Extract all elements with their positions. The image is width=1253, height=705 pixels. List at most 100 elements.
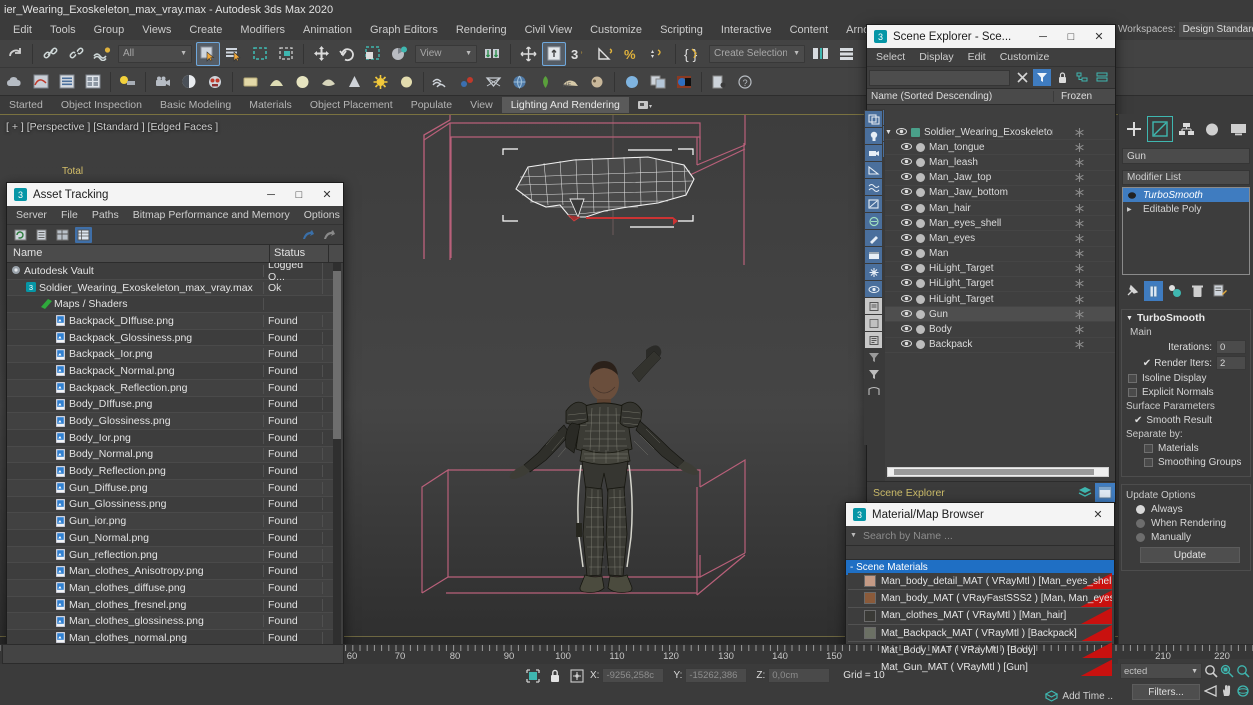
asset-row[interactable]: Gun_reflection.png Found [7,546,337,564]
visibility-eye-icon[interactable] [865,281,882,297]
frozen-cell[interactable] [1053,279,1115,289]
lock-selection-icon[interactable] [546,667,563,684]
configure-modifier-sets-icon[interactable] [1210,281,1229,301]
minimize-button[interactable]: ─ [1029,26,1057,48]
asset-menu-file[interactable]: File [54,207,85,223]
eye-icon[interactable] [901,172,912,183]
ribbon-tab-started[interactable]: Started [0,97,52,113]
close-button[interactable]: ✕ [1084,504,1112,526]
prompt-line[interactable] [2,644,344,664]
hair-icon[interactable] [429,70,453,94]
asset-row[interactable]: Autodesk Vault Logged O... [7,263,337,283]
tab-hierarchy[interactable] [1173,116,1199,142]
environment-icon[interactable] [507,70,531,94]
clear-search-icon[interactable] [1013,69,1031,86]
spinner-snap-icon[interactable] [646,42,670,66]
use-pivot-point-icon[interactable] [481,42,505,66]
tab-motion[interactable] [1199,116,1225,142]
material-row[interactable]: Man_body_detail_MAT ( VRayMtl ) [Man_eye… [848,573,1112,591]
scene-explorer-window[interactable]: 3 Scene Explorer - Sce... ─ □ ✕ Select Di… [866,24,1116,504]
menu-rendering[interactable]: Rendering [447,21,516,39]
asset-menu-paths[interactable]: Paths [85,207,126,223]
asset-row[interactable]: Body_Glossiness.png Found [7,413,337,430]
lightbulb-icon[interactable] [1127,191,1139,200]
object-color-swatch[interactable] [916,249,925,259]
scene-tree-row[interactable]: Backpack [885,338,1115,353]
asset-row[interactable]: Body_Reflection.png Found [7,463,337,480]
ribbon-tab-object-inspection[interactable]: Object Inspection [52,97,151,113]
scene-tree-row[interactable]: Body [885,322,1115,338]
make-unique-icon[interactable] [1166,281,1185,301]
isoline-display-checkbox[interactable]: Isoline Display [1128,373,1246,384]
tab-scene-explorer[interactable]: Scene Explorer [867,487,1075,499]
modifier-stack[interactable]: TurboSmooth ▶ Editable Poly [1122,187,1250,275]
eye-icon[interactable] [901,278,912,289]
display-blank-icon[interactable] [865,315,882,331]
tab-display[interactable] [1225,116,1251,142]
scroll-thumb[interactable] [894,469,1094,475]
eye-icon[interactable] [901,263,912,274]
torus-icon[interactable] [316,70,340,94]
object-color-swatch[interactable] [916,294,925,304]
filter-icon[interactable] [865,366,882,382]
object-color-swatch[interactable] [916,264,925,274]
cone-icon[interactable] [342,70,366,94]
ribbon-tab-populate[interactable]: Populate [402,97,461,113]
camera-icon[interactable] [151,70,175,94]
scene-explorer-hscrollbar[interactable] [887,467,1109,477]
rollout-title-row[interactable]: ▼ TurboSmooth [1126,312,1246,324]
select-camera-icon[interactable] [865,145,882,161]
zoom-extents-icon[interactable] [1235,661,1251,681]
scene-explorer-dock-icon[interactable] [1095,483,1115,502]
pin-stack-icon[interactable] [1122,281,1141,301]
select-rotate-icon[interactable] [335,42,359,66]
z-coordinate-field[interactable]: 0,0cm [768,668,831,683]
schematic-view-icon[interactable] [55,70,79,94]
redo-icon[interactable] [3,42,27,66]
align-icon[interactable] [542,41,566,66]
asset-row[interactable]: 3 Soldier_Wearing_Exoskeleton_max_vray.ma… [7,279,337,297]
asset-row[interactable]: Backpack_Reflection.png Found [7,379,337,397]
rectangular-region-icon[interactable] [248,42,272,66]
lock-icon[interactable] [1053,69,1071,86]
menu-content[interactable]: Content [781,21,838,39]
scene-tree-row[interactable]: Man_Jaw_top [885,171,1115,186]
ribbon-tab-object-placement[interactable]: Object Placement [301,97,402,113]
scene-tree-row[interactable]: HiLight_Target [885,292,1115,308]
scene-tree-row[interactable]: Gun [885,307,1115,323]
object-color-swatch[interactable] [916,218,925,228]
asset-row[interactable]: Gun_ior.png Found [7,513,337,530]
asset-row[interactable]: Body_Ior.png Found [7,430,337,447]
column-header-status[interactable]: Status [270,245,329,262]
object-color-swatch[interactable] [916,203,925,213]
selection-lock-region-icon[interactable] [524,667,541,684]
expand-collapse-icon[interactable]: ▼ [885,129,892,136]
y-coordinate-field[interactable]: -15262,386 [685,668,748,683]
mirror-icon[interactable] [516,42,540,66]
field-of-view-icon[interactable] [1203,681,1219,701]
reference-coordinate-combo[interactable]: View ▼ [415,44,477,63]
minimize-button[interactable]: ─ [257,184,285,206]
scene-explorer-tree[interactable]: ▼ Soldier_Wearing_Exoskeleton Man_tongue Ma… [885,125,1115,455]
object-color-swatch[interactable] [916,340,925,350]
box-icon[interactable] [238,70,262,94]
column-header-name[interactable]: Name [7,245,270,262]
ribbon-tab-lighting-and-rendering[interactable]: Lighting And Rendering [501,97,629,113]
eye-icon[interactable] [901,294,912,305]
angle-snap-icon[interactable] [594,42,618,66]
bind-space-warp-icon[interactable] [90,42,114,66]
refresh-assets-icon[interactable] [12,227,29,243]
close-button[interactable]: ✕ [313,184,341,206]
scene-tree-row[interactable]: Man_hair [885,201,1115,217]
layer-manager-icon[interactable] [835,42,859,66]
eye-icon[interactable] [901,203,912,214]
scene-tree-row[interactable]: HiLight_Target [885,277,1115,293]
ribbon-tab-materials[interactable]: Materials [240,97,301,113]
eye-icon[interactable] [901,218,912,229]
frozen-cell[interactable] [1053,218,1115,228]
object-color-swatch[interactable] [916,325,925,335]
asset-row[interactable]: Maps / Shaders [7,296,337,314]
select-move-icon[interactable] [309,42,333,66]
scene-menu-edit[interactable]: Edit [961,49,993,65]
render-doc-icon[interactable] [707,70,731,94]
